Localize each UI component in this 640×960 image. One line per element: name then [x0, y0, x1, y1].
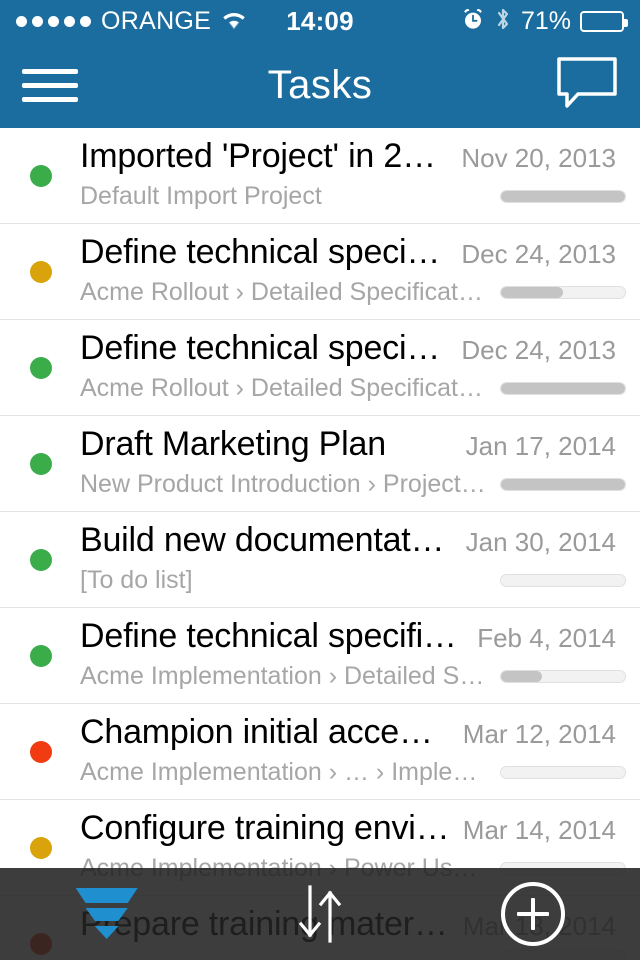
task-row[interactable]: Define technical specifi… Feb 4, 2014 Acme…: [0, 608, 640, 704]
task-breadcrumb: Acme Implementation › … › Implem…: [80, 758, 486, 786]
task-due-date: Dec 24, 2013: [461, 239, 616, 269]
task-row[interactable]: Build new documentat… Jan 30, 2014 [To do …: [0, 512, 640, 608]
task-row-content: Define technical speci… Dec 24, 2013 Acme …: [0, 320, 626, 403]
task-title: Champion initial acce…: [80, 713, 433, 751]
task-breadcrumb: [To do list]: [80, 566, 193, 594]
task-row[interactable]: Draft Marketing Plan Jan 17, 2014 New Prod…: [0, 416, 640, 512]
task-row-bottom: Default Import Project: [80, 182, 626, 211]
task-row[interactable]: Imported 'Project' in 2… Nov 20, 2013 Defa…: [0, 128, 640, 224]
task-title: Imported 'Project' in 2…: [80, 137, 436, 175]
task-title: Draft Marketing Plan: [80, 425, 386, 463]
task-progress-bar: [500, 286, 626, 299]
task-breadcrumb: New Product Introduction › Project…: [80, 470, 486, 498]
task-row-content: Champion initial acce… Mar 12, 2014 Acme I…: [0, 704, 626, 787]
task-due-date: Mar 12, 2014: [462, 719, 616, 749]
hamburger-menu-icon[interactable]: [22, 65, 78, 105]
task-progress-fill: [501, 287, 563, 298]
task-list[interactable]: Imported 'Project' in 2… Nov 20, 2013 Defa…: [0, 128, 640, 960]
task-status-dot: [30, 836, 52, 859]
task-status-dot: [30, 260, 52, 283]
task-row-content: Draft Marketing Plan Jan 17, 2014 New Prod…: [0, 416, 626, 499]
task-progress-fill: [501, 191, 625, 202]
task-row-content: Define technical speci… Dec 24, 2013 Acme …: [0, 224, 626, 307]
task-breadcrumb: Default Import Project: [80, 182, 322, 210]
task-due-date: Jan 30, 2014: [465, 527, 616, 557]
sort-updown-arrows-icon[interactable]: [260, 868, 380, 960]
task-row-top: Define technical speci… Dec 24, 2013: [80, 329, 626, 368]
battery-icon: [580, 10, 628, 32]
task-title: Configure training envi…: [80, 809, 450, 847]
add-plus-circle-icon[interactable]: [473, 868, 593, 960]
task-row-content: Imported 'Project' in 2… Nov 20, 2013 Defa…: [0, 128, 626, 211]
battery-percentage: 71%: [520, 6, 571, 35]
task-row-content: Define technical specifi… Feb 4, 2014 Acme…: [0, 608, 626, 691]
bottom-toolbar: [0, 868, 640, 960]
task-progress-bar: [500, 574, 626, 587]
alarm-clock-icon: [461, 7, 485, 36]
task-progress-bar: [500, 382, 626, 395]
task-due-date: Mar 14, 2014: [462, 815, 616, 845]
task-row-bottom: Acme Rollout › Detailed Specificati…: [80, 278, 626, 307]
task-due-date: Feb 4, 2014: [477, 623, 616, 653]
task-progress-bar: [500, 766, 626, 779]
task-row[interactable]: Champion initial acce… Mar 12, 2014 Acme I…: [0, 704, 640, 800]
task-progress-bar: [500, 478, 626, 491]
status-bar: ORANGE 14:09 71%: [0, 0, 640, 42]
task-breadcrumb: Acme Implementation › Detailed Sp…: [80, 662, 486, 690]
task-progress-bar: [500, 670, 626, 683]
app-screen: ORANGE 14:09 71% Tasks Imported 'Project…: [0, 0, 640, 960]
task-title: Build new documentat…: [80, 521, 445, 559]
task-row-bottom: Acme Implementation › … › Implem…: [80, 758, 626, 787]
task-row-top: Champion initial acce… Mar 12, 2014: [80, 713, 626, 752]
task-title: Define technical speci…: [80, 329, 441, 367]
navigation-bar: Tasks: [0, 42, 640, 128]
task-row-bottom: Acme Rollout › Detailed Specificati…: [80, 374, 626, 403]
task-row-bottom: [To do list]: [80, 566, 626, 595]
task-due-date: Dec 24, 2013: [461, 335, 616, 365]
page-title: Tasks: [267, 62, 373, 107]
comment-bubble-icon[interactable]: [556, 56, 618, 115]
task-row-top: Define technical specifi… Feb 4, 2014: [80, 617, 626, 656]
task-due-date: Nov 20, 2013: [461, 143, 616, 173]
task-due-date: Jan 17, 2014: [465, 431, 616, 461]
task-row[interactable]: Define technical speci… Dec 24, 2013 Acme …: [0, 320, 640, 416]
task-row-top: Draft Marketing Plan Jan 17, 2014: [80, 425, 626, 464]
task-status-dot: [30, 548, 52, 571]
task-status-dot: [30, 452, 52, 475]
task-row-top: Configure training envi… Mar 14, 2014: [80, 809, 626, 848]
task-status-dot: [30, 164, 52, 187]
task-progress-bar: [500, 190, 626, 203]
task-title: Define technical specifi…: [80, 617, 457, 655]
task-title: Define technical speci…: [80, 233, 441, 271]
task-breadcrumb: Acme Rollout › Detailed Specificati…: [80, 374, 486, 402]
task-breadcrumb: Acme Rollout › Detailed Specificati…: [80, 278, 486, 306]
task-row-content: Build new documentat… Jan 30, 2014 [To do …: [0, 512, 626, 595]
task-status-dot: [30, 356, 52, 379]
task-progress-fill: [501, 671, 542, 682]
task-row-bottom: New Product Introduction › Project…: [80, 470, 626, 499]
task-row[interactable]: Define technical speci… Dec 24, 2013 Acme …: [0, 224, 640, 320]
task-row-top: Imported 'Project' in 2… Nov 20, 2013: [80, 137, 626, 176]
task-status-dot: [30, 740, 52, 763]
task-status-dot: [30, 644, 52, 667]
task-row-top: Build new documentat… Jan 30, 2014: [80, 521, 626, 560]
bluetooth-icon: [494, 6, 512, 37]
filter-funnel-icon[interactable]: [47, 868, 167, 960]
task-progress-fill: [501, 383, 625, 394]
status-bar-right: 71%: [461, 6, 628, 37]
task-row-top: Define technical speci… Dec 24, 2013: [80, 233, 626, 272]
task-progress-fill: [501, 479, 625, 490]
task-row-bottom: Acme Implementation › Detailed Sp…: [80, 662, 626, 691]
